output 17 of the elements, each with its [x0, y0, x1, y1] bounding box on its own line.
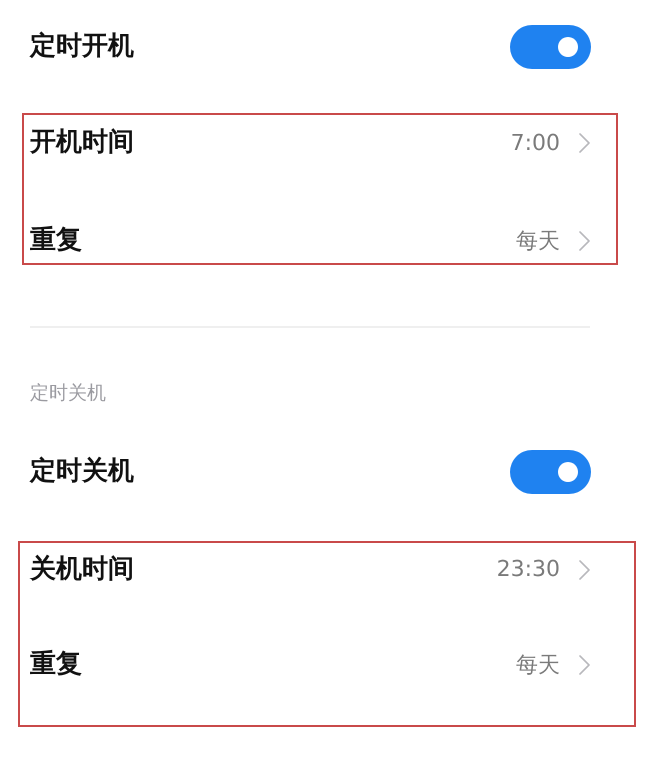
toggle-label: 定时开机	[30, 31, 134, 63]
chevron-icon	[579, 231, 590, 251]
setting-value: 7:00	[510, 130, 560, 156]
setting-label[interactable]: 重复	[30, 649, 82, 680]
setting-value: 23:30	[496, 557, 560, 582]
setting-value: 每天	[516, 652, 560, 680]
chevron-icon	[579, 654, 590, 675]
setting-label[interactable]: 重复	[30, 225, 82, 257]
chevron-icon	[579, 560, 590, 580]
setting-label[interactable]: 关机时间	[30, 554, 134, 586]
toggle-switch[interactable]	[510, 450, 591, 494]
toggle-label: 定时关机	[30, 456, 134, 488]
toggle-switch[interactable]	[510, 25, 591, 69]
chevron-icon	[579, 133, 590, 153]
setting-value: 每天	[516, 228, 560, 256]
setting-label[interactable]: 开机时间	[30, 127, 134, 159]
section-header: 定时关机	[30, 381, 106, 406]
